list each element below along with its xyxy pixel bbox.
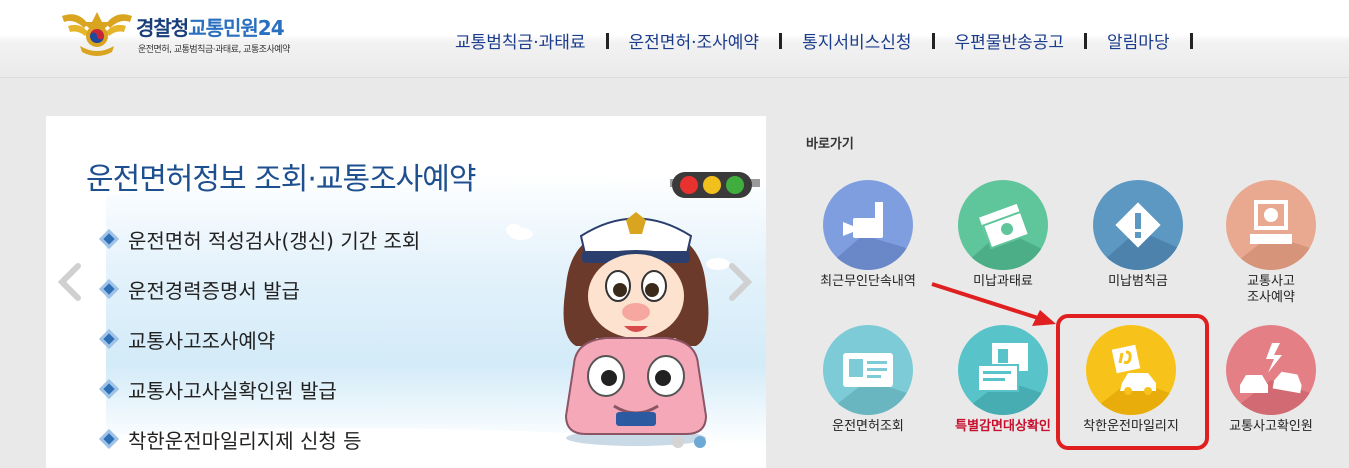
- id-card-icon: [823, 325, 913, 415]
- nav-item-notification[interactable]: 통지서비스신청: [802, 28, 911, 53]
- list-item[interactable]: 착한운전마일리지제 신청 등: [99, 414, 420, 464]
- quick-link-label-line1: 교통사고: [1247, 274, 1295, 289]
- diamond-bullet-icon: [99, 229, 119, 249]
- chevron-right-icon[interactable]: [726, 262, 754, 302]
- site-header: 경찰청교통민원24 운전면허, 교통범칙금·과태료, 교통조사예약 교통범칙금·…: [0, 0, 1349, 78]
- quick-links-title: 바로가기: [806, 137, 854, 152]
- nav-item-license[interactable]: 운전면허·조사예약: [629, 28, 760, 53]
- nav-divider: [605, 32, 609, 49]
- quick-link-special-reduction[interactable]: 특별감면대상확인: [938, 325, 1068, 455]
- list-item-label: 운전경력증명서 발급: [128, 278, 300, 303]
- list-item-label: 교통사고사실확인원 발급: [128, 378, 337, 403]
- quick-link-label: 교통사고확인원: [1229, 419, 1313, 434]
- list-item[interactable]: 교통사고조사예약: [99, 314, 420, 364]
- car-crash-icon: [1226, 325, 1316, 415]
- computer-icon: [1226, 180, 1316, 270]
- main-banner-slider[interactable]: 운전면허정보 조회·교통조사예약 운전면허 적성검사(갱신) 기간 조회 운전경…: [46, 116, 766, 468]
- camera-icon: [823, 180, 913, 270]
- slide-dot-2[interactable]: [694, 436, 706, 448]
- police-emblem-icon: [62, 12, 132, 56]
- quick-link-label: 최근무인단속내역: [820, 274, 916, 289]
- warning-icon: [1093, 180, 1183, 270]
- logo-title: 경찰청교통민원24: [136, 12, 285, 41]
- quick-link-unpaid-penalty[interactable]: 미납범칙금: [1073, 180, 1203, 310]
- quick-link-license-check[interactable]: 운전면허조회: [803, 325, 933, 455]
- nav-divider: [1084, 32, 1088, 49]
- list-item[interactable]: 운전면허 적성검사(갱신) 기간 조회: [99, 214, 421, 264]
- nav-item-fines[interactable]: 교통범칙금·과태료: [455, 28, 586, 53]
- highlight-box: [1056, 314, 1209, 450]
- diamond-bullet-icon: [99, 329, 119, 349]
- annotation-arrow-icon: [931, 282, 1056, 326]
- logo-title-service: 교통민원24: [188, 16, 284, 40]
- slide-dot-1[interactable]: [672, 436, 684, 448]
- money-icon: [958, 180, 1048, 270]
- site-logo[interactable]: 경찰청교통민원24 운전면허, 교통범칙금·과태료, 교통조사예약: [58, 8, 358, 60]
- logo-title-org: 경찰청: [136, 16, 189, 40]
- diamond-bullet-icon: [99, 429, 119, 449]
- logo-subtitle: 운전면허, 교통범칙금·과태료, 교통조사예약: [138, 45, 290, 55]
- nav-divider: [931, 32, 935, 49]
- quick-link-label: 운전면허조회: [832, 419, 904, 434]
- slide-title: 운전면허정보 조회·교통조사예약: [86, 162, 476, 197]
- slide-pagination: [672, 436, 706, 448]
- quick-link-label: 미납범칙금: [1108, 274, 1168, 289]
- list-item-label: 운전면허 적성검사(갱신) 기간 조회: [128, 228, 421, 253]
- quick-link-accident-certificate[interactable]: 교통사고확인원: [1206, 325, 1336, 455]
- chevron-left-icon[interactable]: [56, 262, 84, 302]
- nav-item-returned-mail[interactable]: 우편물반송공고: [955, 28, 1064, 53]
- list-item-label: 착한운전마일리지제 신청 등: [128, 428, 362, 453]
- quick-link-label-line2: 조사예약: [1247, 290, 1295, 305]
- quick-link-label: 특별감면대상확인: [955, 419, 1051, 434]
- nav-item-notice[interactable]: 알림마당: [1107, 28, 1170, 53]
- diamond-bullet-icon: [99, 379, 119, 399]
- main-nav: 교통범칙금·과태료 운전면허·조사예약 통지서비스신청 우편물반송공고 알림마당: [455, 28, 1213, 53]
- list-item[interactable]: 운전경력증명서 발급: [99, 264, 420, 314]
- nav-divider: [1189, 32, 1193, 49]
- diamond-bullet-icon: [99, 279, 119, 299]
- document-card-icon: [958, 325, 1048, 415]
- quick-link-label: 교통사고 조사예약: [1206, 274, 1336, 306]
- list-item-label: 교통사고조사예약: [128, 328, 276, 353]
- slide-feature-list: 운전면허 적성검사(갱신) 기간 조회 운전경력증명서 발급 교통사고조사예약 …: [99, 214, 421, 464]
- quick-link-accident-reservation[interactable]: 교통사고 조사예약: [1206, 180, 1336, 310]
- nav-divider: [779, 32, 783, 49]
- list-item[interactable]: 교통사고사실확인원 발급: [99, 364, 420, 414]
- quick-link-recent-enforcement[interactable]: 최근무인단속내역: [803, 180, 933, 310]
